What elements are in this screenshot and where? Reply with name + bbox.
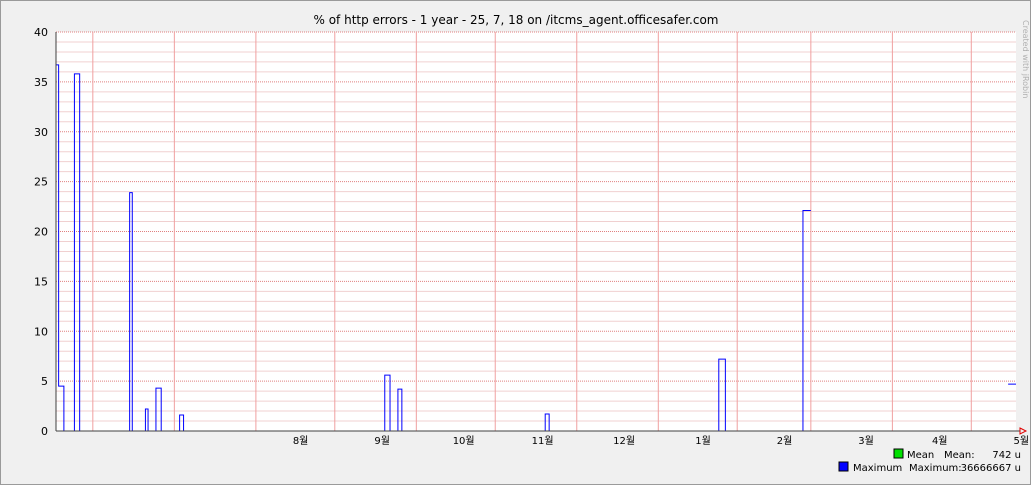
x-axis-arrow — [1019, 427, 1028, 435]
y-tick-label: 10 — [34, 325, 48, 338]
http-errors-chart: % of http errors - 1 year - 25, 7, 18 on… — [34, 13, 1030, 474]
y-tick-label: 35 — [34, 76, 48, 89]
x-tick-label: 8월 — [293, 435, 309, 447]
x-tick-label: 1월 — [695, 435, 711, 447]
y-tick-label: 5 — [41, 375, 48, 388]
y-tick-label: 20 — [34, 226, 48, 239]
x-tick-label: 4월 — [932, 435, 948, 447]
legend-stat-value-maximum: 36666667 u — [961, 463, 1021, 474]
x-tick-label: 12월 — [613, 435, 635, 447]
legend-name-mean: Mean — [907, 450, 934, 461]
y-tick-label: 0 — [41, 425, 48, 438]
watermark: Created with jRobin — [1021, 20, 1030, 98]
x-tick-label: 9월 — [374, 435, 390, 447]
x-tick-label: 11월 — [532, 435, 554, 447]
legend-stat-label-maximum: Maximum: — [909, 463, 962, 474]
legend-stat-label-mean: Mean: — [944, 450, 975, 461]
x-tick-label: 5월 — [1013, 435, 1029, 447]
x-tick-label: 10월 — [453, 435, 475, 447]
y-tick-label: 25 — [34, 176, 48, 189]
chart-title: % of http errors - 1 year - 25, 7, 18 on… — [313, 13, 718, 27]
x-tick-label: 2월 — [777, 435, 793, 447]
legend-swatch-mean — [893, 448, 904, 459]
x-tick-label: 3월 — [858, 435, 874, 447]
y-tick-label: 40 — [34, 26, 48, 39]
legend-name-maximum: Maximum — [853, 463, 902, 474]
legend-swatch-maximum — [838, 461, 849, 472]
y-tick-label: 30 — [34, 126, 48, 139]
legend-stat-value-mean: 742 u — [992, 450, 1021, 461]
y-tick-label: 15 — [34, 275, 48, 288]
